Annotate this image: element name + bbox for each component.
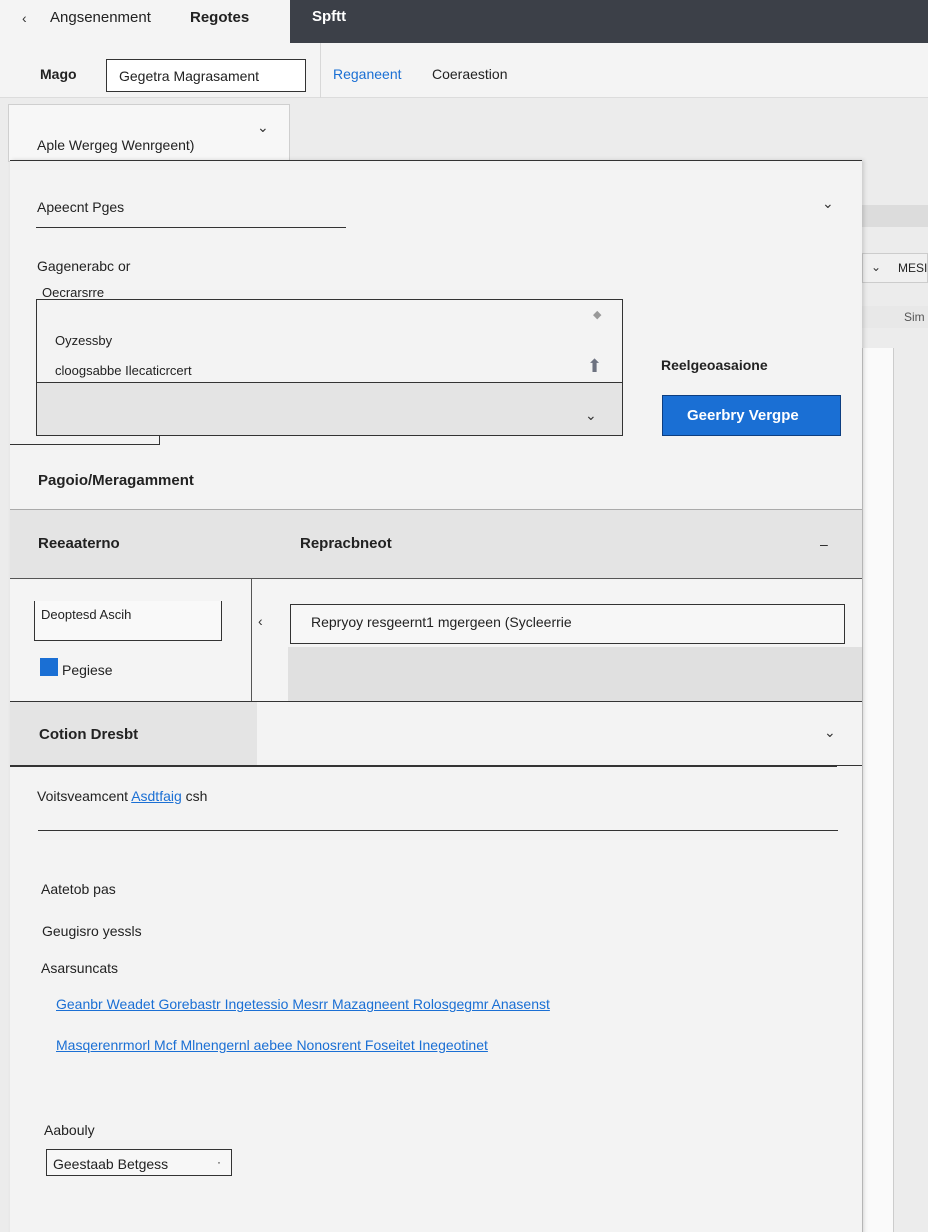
toolbar-select[interactable]: Gegetra Magrasament [106, 59, 306, 92]
dropdown-popup[interactable]: ⌄ Aple Wergeg Wenrgeent) [8, 104, 290, 162]
left-pane: Deoptesd Ascih Pegiese [10, 579, 252, 701]
tab-spftt[interactable]: Spftt [312, 8, 346, 25]
pane-splitter[interactable] [252, 579, 288, 701]
primary-button-label: Geerbry Vergpe [687, 407, 799, 424]
group-label: Gagenerabc or [37, 258, 131, 274]
field2-text: Voitsveamcent [37, 788, 129, 804]
field2-underline [38, 830, 838, 831]
toolbar-link[interactable]: Reganeent [333, 66, 402, 82]
field2: Voitsveamcent Asdtfaig csh [37, 788, 207, 804]
arrow-up-icon[interactable]: ⬆ [587, 356, 602, 377]
field1-label: Apeecnt Pges [37, 199, 125, 215]
left-input[interactable]: Deoptesd Ascih [34, 601, 222, 641]
left-input-value: Deoptesd Ascih [41, 607, 132, 622]
chevron-down-icon[interactable]: ⌄ [824, 724, 836, 741]
search-input[interactable]: Repryoy resgeernt1 mgergeen (Sycleerrie [290, 604, 845, 644]
list-label-2: Geugisro yessls [42, 923, 142, 939]
divider [10, 766, 837, 767]
section-title: Pagoio/Meragamment [38, 472, 194, 489]
toolbar-divider [320, 43, 321, 98]
toolbar-text: Coeraestion [432, 66, 508, 82]
tab-regotes[interactable]: Regotes [190, 9, 249, 26]
dropdown-value: Aple Wergeg Wenrgeent) [37, 137, 195, 153]
right-pane: ‹ Repryoy resgeernt1 mgergeen (Sycleerri… [252, 579, 862, 701]
field1-underline [36, 227, 346, 228]
chevron-left-icon[interactable]: ‹ [258, 613, 263, 629]
bg-toolbar-chip: ⌄ MESI [862, 253, 928, 283]
primary-button[interactable]: Geerbry Vergpe [662, 395, 841, 436]
chevron-down-icon: ⌄ [871, 260, 882, 274]
list-label-3: Asarsuncats [41, 960, 119, 976]
bg-header: Sim [862, 306, 928, 328]
list-option[interactable]: Oyzessby [55, 333, 112, 348]
chevron-down-icon[interactable]: ⌄ [822, 195, 834, 212]
field2-link[interactable]: Asdtfaig [131, 788, 182, 804]
section-header: Reeaaterno Repracbneot – [10, 509, 862, 579]
column-header-1[interactable]: Reeaaterno [38, 535, 120, 552]
section2-header[interactable]: Cotion Dresbt ⌄ [10, 701, 862, 766]
list-label-1: Aatetob pas [41, 881, 116, 897]
field2-suffix: csh [185, 788, 208, 804]
box-title: Oecrarsrre [42, 285, 105, 300]
list-option[interactable]: cloogsabbe Ilecaticrcert [55, 363, 192, 378]
tab-notch [10, 436, 160, 445]
chevron-down-icon[interactable]: ⌄ [257, 119, 269, 136]
toolbar-label: Mago [40, 66, 77, 82]
main-panel: Apeecnt Pges ⌄ Gagenerabc or Oecrarsrre … [10, 160, 862, 1232]
options-listbox[interactable]: ◆ Oyzessby cloogsabbe Ilecaticrcert ⬆ [36, 299, 623, 383]
chevron-down-icon[interactable]: ⌄ [585, 407, 597, 424]
bottom-label: Aabouly [44, 1122, 95, 1138]
checkbox-label: Pegiese [62, 662, 113, 678]
bg-strip [862, 205, 928, 227]
bottom-select-value: Geestaab Betgess [53, 1156, 169, 1172]
tab-angsenenment[interactable]: Angsenenment [50, 9, 151, 26]
link-1[interactable]: Geanbr Weadet Gorebastr Ingetessio Mesrr… [56, 996, 550, 1012]
collapse-icon[interactable]: – [820, 536, 828, 552]
column-header-2[interactable]: Repracbneot [300, 535, 392, 552]
search-input-value: Repryoy resgeernt1 mgergeen (Sycleerrie [311, 614, 572, 630]
link-2[interactable]: Masqerenrmorl Mcf Mlnengernl aebee Nonos… [56, 1037, 488, 1053]
bg-scroll-area [862, 348, 894, 1232]
dot-icon: · [217, 1155, 221, 1169]
diamond-icon: ◆ [593, 309, 602, 321]
section2-title: Cotion Dresbt [39, 726, 139, 743]
toolbar-select-value: Gegetra Magrasament [119, 68, 260, 84]
bottom-select[interactable]: Geestaab Betgess · [46, 1149, 232, 1176]
bg-sim-label: Sim [904, 310, 925, 324]
listbox-footer[interactable]: ⌄ [36, 383, 623, 436]
bg-chip-label: MESI [898, 261, 928, 275]
chevron-left-icon[interactable]: ‹ [22, 10, 27, 26]
side-heading: Reelgeoasaione [661, 357, 768, 373]
checkbox[interactable] [40, 658, 58, 676]
